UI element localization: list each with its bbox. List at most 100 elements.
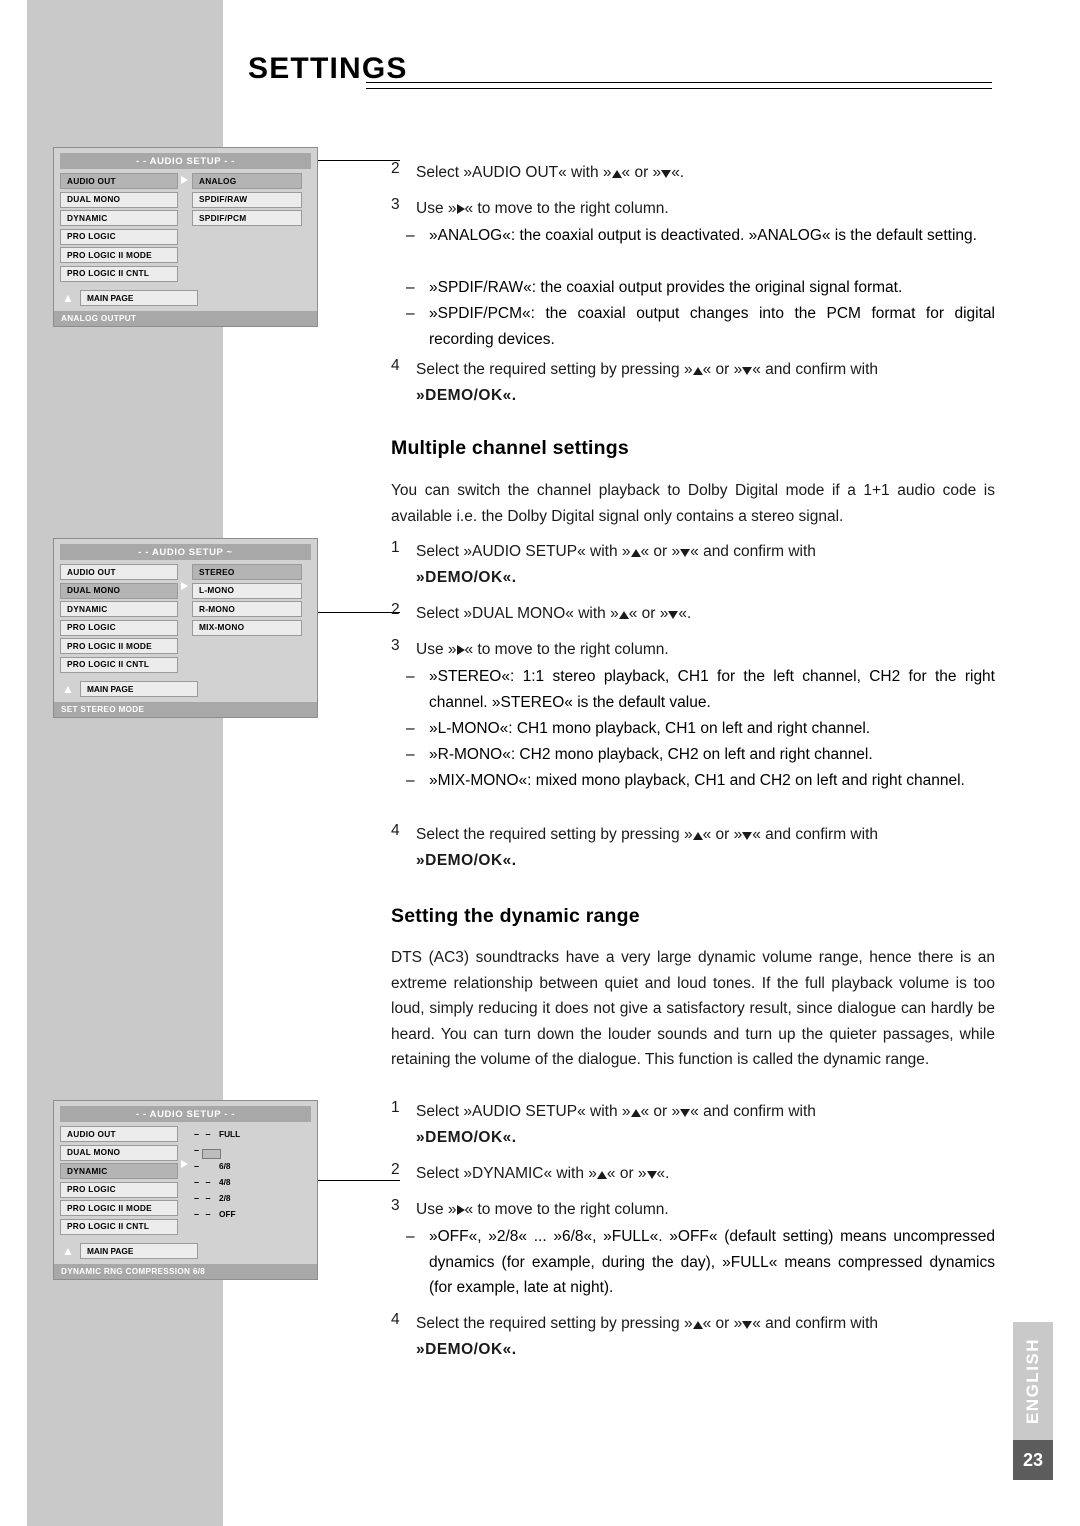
osd-item-pro-logic-ii-cntl[interactable]: PRO LOGIC II CNTL — [60, 1218, 178, 1235]
step-number-3c: 3 — [391, 1197, 400, 1214]
step-3c-text-a: Use » — [416, 1201, 457, 1218]
osd-item-dynamic[interactable]: DYNAMIC — [60, 210, 178, 226]
bullet-spdif-pcm: »SPDIF/PCM«: the coaxial output changes … — [429, 305, 995, 348]
step-2b-text-b: « or » — [628, 605, 669, 622]
dynamic-range-slider-handle[interactable] — [202, 1149, 221, 1159]
step-4a-text-a: Select the required setting by pressing … — [416, 361, 693, 378]
dynamic-range-scale[interactable]: – – FULL – – – 6/8 – – 4/8 — [192, 1126, 302, 1237]
osd-item-pro-logic[interactable]: PRO LOGIC — [60, 228, 178, 245]
osd-item-dynamic[interactable]: DYNAMIC — [60, 601, 178, 617]
osd-item-audio-out[interactable]: AUDIO OUT — [60, 1126, 178, 1142]
down-triangle-icon — [742, 1321, 753, 1329]
section-multiple-paragraph: You can switch the channel playback to D… — [391, 482, 995, 525]
step-number-4a: 4 — [391, 357, 400, 374]
scale-tick-right: – — [205, 1128, 211, 1139]
step-2b-text-a: Select »DUAL MONO« with » — [416, 605, 619, 622]
up-triangle-icon — [692, 367, 703, 375]
osd-item-pro-logic-ii-mode[interactable]: PRO LOGIC II MODE — [60, 247, 178, 263]
right-triangle-icon — [456, 204, 465, 214]
step-1b-text: Select »AUDIO SETUP« with » « or » « and c… — [416, 539, 995, 565]
step-4b-text-a: Select the required setting by pressing … — [416, 826, 693, 843]
osd-item-pro-logic-ii-cntl[interactable]: PRO LOGIC II CNTL — [60, 656, 178, 673]
step-number-1c: 1 — [391, 1099, 400, 1116]
bullet-l-mono: »L-MONO«: CH1 mono playback, CH1 on left… — [429, 720, 871, 737]
osd-body: AUDIO OUT DUAL MONO DYNAMIC PRO LOGIC PR… — [54, 1126, 317, 1237]
up-triangle-icon — [630, 549, 641, 557]
step-3b-text: Use » « to move to the right column. — [416, 637, 1016, 662]
osd-item-dual-mono[interactable]: DUAL MONO — [60, 582, 178, 599]
step-2b-text: Select »DUAL MONO« with » « or » «. — [416, 601, 1016, 626]
step-number-2c: 2 — [391, 1161, 400, 1178]
bullet-dynamic-options: »OFF«, »2/8« ... »6/8«, »FULL«. »OFF« (d… — [429, 1228, 995, 1296]
dynamic-scale-row: – 6/8 — [192, 1158, 302, 1174]
scale-label-6-8: 6/8 — [219, 1161, 231, 1171]
osd-option-stereo[interactable]: STEREO — [192, 564, 302, 580]
scale-label-off: OFF — [219, 1209, 236, 1219]
step-4a-text-b: « or » — [702, 361, 743, 378]
osd-pointer-column — [178, 173, 192, 284]
osd-item-pro-logic-ii-cntl[interactable]: PRO LOGIC II CNTL — [60, 265, 178, 282]
right-arrow-icon — [181, 582, 188, 590]
up-arrow-icon: ▲ — [62, 1244, 74, 1258]
step-3c-text-b: « to move to the right column. — [464, 1201, 669, 1218]
step-number-2a: 2 — [391, 160, 400, 177]
step-2a-text: Select »AUDIO OUT« with » « or » «. — [416, 160, 1016, 185]
osd-item-dual-mono[interactable]: DUAL MONO — [60, 1144, 178, 1161]
right-arrow-icon — [181, 1160, 188, 1168]
osd-left-column: AUDIO OUT DUAL MONO DYNAMIC PRO LOGIC PR… — [60, 1126, 178, 1237]
step-number-4c: 4 — [391, 1311, 400, 1328]
osd-item-audio-out[interactable]: AUDIO OUT — [60, 564, 178, 580]
osd-title: - - AUDIO SETUP ~ — [60, 544, 311, 560]
right-triangle-icon — [456, 645, 465, 655]
osd-right-column: STEREO L-MONO R-MONO MIX-MONO — [192, 564, 302, 675]
osd-main-page-button[interactable]: MAIN PAGE — [80, 290, 198, 306]
bullet-dash: – — [406, 305, 415, 322]
step-1b-text-c: « and confirm with — [690, 543, 816, 560]
osd-left-column: AUDIO OUT DUAL MONO DYNAMIC PRO LOGIC PR… — [60, 564, 178, 675]
step-3a-text-b: « to move to the right column. — [464, 200, 669, 217]
osd-footer: ▲ MAIN PAGE — [60, 1243, 311, 1259]
osd-item-pro-logic-ii-mode[interactable]: PRO LOGIC II MODE — [60, 1200, 178, 1216]
step-2c-text-a: Select »DYNAMIC« with » — [416, 1165, 597, 1182]
step-1c-text-c: « and confirm with — [690, 1103, 816, 1120]
osd-main-page-button[interactable]: MAIN PAGE — [80, 681, 198, 697]
osd-body: AUDIO OUT DUAL MONO DYNAMIC PRO LOGIC PR… — [54, 173, 317, 284]
step-4c-text: Select the required setting by pressing … — [416, 1311, 995, 1337]
osd-option-r-mono[interactable]: R-MONO — [192, 601, 302, 617]
step-3c-text: Use » « to move to the right column. — [416, 1197, 1016, 1222]
osd-item-dynamic[interactable]: DYNAMIC — [60, 1163, 178, 1179]
section-heading-multiple-channel: Multiple channel settings — [391, 437, 629, 459]
step-2c-text-b: « or » — [606, 1165, 647, 1182]
osd-item-dual-mono[interactable]: DUAL MONO — [60, 191, 178, 208]
osd-option-spdif-pcm[interactable]: SPDIF/PCM — [192, 210, 302, 226]
scale-tick-left: – — [193, 1208, 199, 1219]
up-triangle-icon — [596, 1171, 607, 1179]
bullet-spdif-raw: »SPDIF/RAW«: the coaxial output provides… — [429, 279, 903, 296]
bullet-dash: – — [406, 1228, 415, 1245]
osd-option-mix-mono[interactable]: MIX-MONO — [192, 619, 302, 636]
osd-item-pro-logic-ii-mode[interactable]: PRO LOGIC II MODE — [60, 638, 178, 654]
scale-label-full: FULL — [219, 1129, 241, 1139]
connector-line-2 — [318, 612, 400, 613]
osd-footer: ▲ MAIN PAGE — [60, 681, 311, 697]
osd-item-audio-out[interactable]: AUDIO OUT — [60, 173, 178, 189]
down-triangle-icon — [661, 170, 672, 178]
step-1c-demo-ok: »DEMO/OK«. — [416, 1129, 517, 1146]
osd-pointer-column — [178, 1126, 192, 1237]
up-triangle-icon — [611, 170, 622, 178]
osd-panel-dual-mono: - - AUDIO SETUP ~ AUDIO OUT DUAL MONO DY… — [53, 538, 318, 718]
scale-tick-left: – — [193, 1128, 199, 1139]
osd-option-analog[interactable]: ANALOG — [192, 173, 302, 189]
osd-item-pro-logic[interactable]: PRO LOGIC — [60, 619, 178, 636]
osd-option-l-mono[interactable]: L-MONO — [192, 582, 302, 599]
step-4c-demo-ok: »DEMO/OK«. — [416, 1341, 517, 1358]
osd-body: AUDIO OUT DUAL MONO DYNAMIC PRO LOGIC PR… — [54, 564, 317, 675]
osd-status-bar: DYNAMIC RNG COMPRESSION 6/8 — [54, 1264, 317, 1279]
osd-item-pro-logic[interactable]: PRO LOGIC — [60, 1181, 178, 1198]
osd-option-spdif-raw[interactable]: SPDIF/RAW — [192, 191, 302, 208]
step-3a-text: Use » « to move to the right column. — [416, 196, 1016, 221]
osd-main-page-button[interactable]: MAIN PAGE — [80, 1243, 198, 1259]
right-triangle-icon — [456, 1205, 465, 1215]
dynamic-scale-row: – – 2/8 — [192, 1190, 302, 1206]
up-arrow-icon: ▲ — [62, 682, 74, 696]
